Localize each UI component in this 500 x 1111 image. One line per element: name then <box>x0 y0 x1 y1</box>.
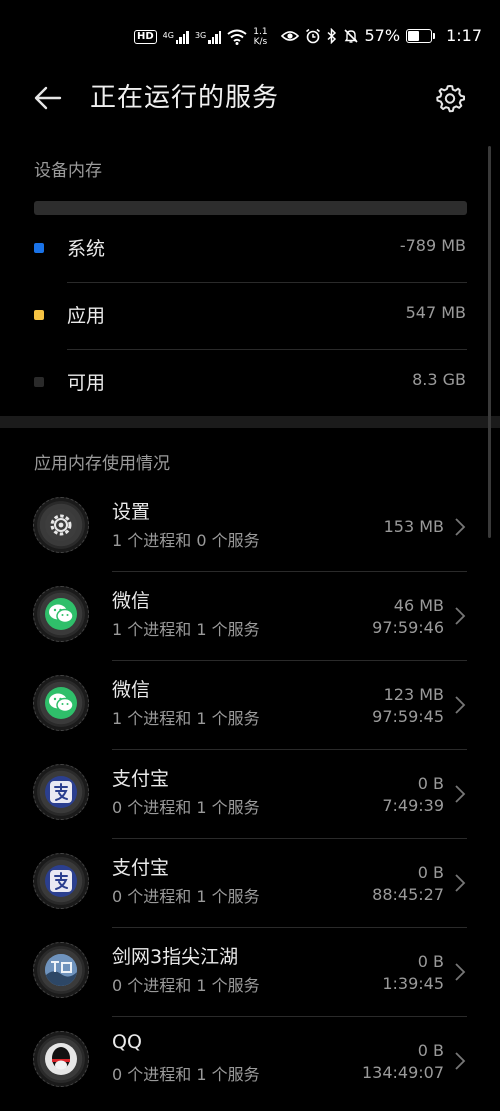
scrollbar[interactable] <box>488 146 491 538</box>
memory-name: 应用 <box>67 305 106 327</box>
app-run-time: 134:49:07 <box>361 1063 444 1082</box>
app-row-qq[interactable]: QQ 0 个进程和 1 个服务 0 B 134:49:07 <box>0 1017 500 1106</box>
memory-value: 8.3 GB <box>412 370 466 389</box>
app-name: QQ <box>112 1031 142 1053</box>
app-memory-label: 应用内存使用情况 <box>34 454 170 474</box>
app-process-info: 0 个进程和 1 个服务 <box>112 976 260 995</box>
clock: 1:17 <box>446 26 482 45</box>
game-app-icon <box>33 942 89 998</box>
app-name: 支付宝 <box>112 768 170 790</box>
wechat-app-icon <box>33 675 89 731</box>
gear-icon <box>50 514 72 536</box>
back-button[interactable] <box>30 80 66 116</box>
status-left: HD 4G 3G 1.1 K/s <box>134 24 268 50</box>
memory-row-system: 系统 -789 MB <box>0 216 500 282</box>
chevron-right-icon <box>455 874 466 892</box>
mute-bell-icon <box>343 28 358 43</box>
wechat-app-icon <box>33 586 89 642</box>
memory-name: 可用 <box>67 372 106 394</box>
app-row-alipay-2[interactable]: 支付宝 0 个进程和 1 个服务 0 B 88:45:27 <box>0 839 500 928</box>
section-separator <box>0 416 500 428</box>
app-row-wechat-2[interactable]: 微信 1 个进程和 1 个服务 123 MB 97:59:45 <box>0 661 500 750</box>
app-name: 设置 <box>112 501 151 523</box>
app-run-time: 97:59:45 <box>372 707 444 726</box>
chat-bubbles-icon <box>49 604 74 624</box>
page-title: 正在运行的服务 <box>90 83 280 113</box>
arrow-left-icon <box>34 86 62 110</box>
app-name: 微信 <box>112 679 151 701</box>
app-name: 支付宝 <box>112 857 170 879</box>
alipay-app-icon <box>33 764 89 820</box>
eye-icon <box>280 30 299 41</box>
app-process-info: 1 个进程和 1 个服务 <box>112 709 260 728</box>
qq-app-icon <box>33 1031 89 1087</box>
app-memory-size: 0 B <box>417 952 444 971</box>
app-memory-size: 46 MB <box>393 596 444 615</box>
chat-bubbles-icon <box>49 693 74 713</box>
memory-row-free: 可用 8.3 GB <box>0 350 500 416</box>
system-color-dot <box>34 243 44 253</box>
settings-app-icon <box>33 497 89 553</box>
device-memory-label: 设备内存 <box>34 161 102 181</box>
apps-color-dot <box>34 310 44 320</box>
memory-usage-bar <box>34 201 467 215</box>
app-row-alipay[interactable]: 支付宝 0 个进程和 1 个服务 0 B 7:49:39 <box>0 750 500 839</box>
app-run-time: 97:59:46 <box>372 618 444 637</box>
signal-icon: 4G <box>162 30 189 44</box>
speed-value: 1.1 <box>253 27 268 37</box>
speed-unit: K/s <box>253 37 268 47</box>
memory-row-apps: 应用 547 MB <box>0 283 500 349</box>
bluetooth-icon <box>326 27 336 44</box>
app-run-time: 1:39:45 <box>382 974 444 993</box>
app-run-time: 88:45:27 <box>372 885 444 904</box>
game-logo-icon <box>45 954 77 986</box>
app-process-info: 0 个进程和 1 个服务 <box>112 1065 260 1084</box>
chevron-right-icon <box>455 785 466 803</box>
memory-name: 系统 <box>67 238 106 260</box>
qq-penguin-icon <box>52 1047 70 1070</box>
app-row-wechat[interactable]: 微信 1 个进程和 1 个服务 46 MB 97:59:46 <box>0 572 500 661</box>
app-memory-size: 123 MB <box>383 685 444 704</box>
memory-value: -789 MB <box>399 236 466 255</box>
app-name: 微信 <box>112 590 151 612</box>
status-right: 57% 1:17 <box>280 26 482 45</box>
app-header: 正在运行的服务 <box>0 74 500 122</box>
wifi-icon <box>227 29 247 45</box>
app-memory-size: 0 B <box>417 774 444 793</box>
status-bar: HD 4G 3G 1.1 K/s 57% 1:17 <box>0 0 500 74</box>
app-process-info: 1 个进程和 1 个服务 <box>112 620 260 639</box>
network-type-label-2: 3G <box>194 30 207 40</box>
memory-value: 547 MB <box>405 303 466 322</box>
app-process-info: 0 个进程和 1 个服务 <box>112 887 260 906</box>
alipay-logo-icon <box>50 781 72 803</box>
chevron-right-icon <box>455 607 466 625</box>
network-type-label: 4G <box>162 30 174 40</box>
hd-badge: HD <box>134 30 157 44</box>
free-color-dot <box>34 377 44 387</box>
app-run-time: 7:49:39 <box>382 796 444 815</box>
network-speed: 1.1 K/s <box>253 27 267 47</box>
app-memory-size: 0 B <box>417 863 444 882</box>
alipay-app-icon <box>33 853 89 909</box>
app-process-info: 1 个进程和 0 个服务 <box>112 531 260 550</box>
gear-icon <box>436 85 465 113</box>
battery-percent: 57% <box>364 26 401 45</box>
chevron-right-icon <box>455 696 466 714</box>
screen: HD 4G 3G 1.1 K/s 57% 1:17 正在运行的服务 设备内存 系… <box>0 0 500 1111</box>
app-process-info: 0 个进程和 1 个服务 <box>112 798 260 817</box>
battery-fill <box>408 30 419 41</box>
signal-icon-2: 3G <box>194 30 222 44</box>
chevron-right-icon <box>455 518 466 536</box>
alipay-logo-icon <box>50 870 72 892</box>
app-row-settings[interactable]: 设置 1 个进程和 0 个服务 153 MB <box>0 483 500 572</box>
chevron-right-icon <box>455 963 466 981</box>
app-name: 剑网3指尖江湖 <box>112 946 239 968</box>
alarm-icon <box>305 28 320 43</box>
chevron-right-icon <box>455 1052 466 1070</box>
app-row-game[interactable]: 剑网3指尖江湖 0 个进程和 1 个服务 0 B 1:39:45 <box>0 928 500 1017</box>
settings-button[interactable] <box>432 80 468 116</box>
app-memory-size: 0 B <box>417 1041 444 1060</box>
app-memory-size: 153 MB <box>383 517 444 536</box>
battery-icon <box>406 28 436 43</box>
